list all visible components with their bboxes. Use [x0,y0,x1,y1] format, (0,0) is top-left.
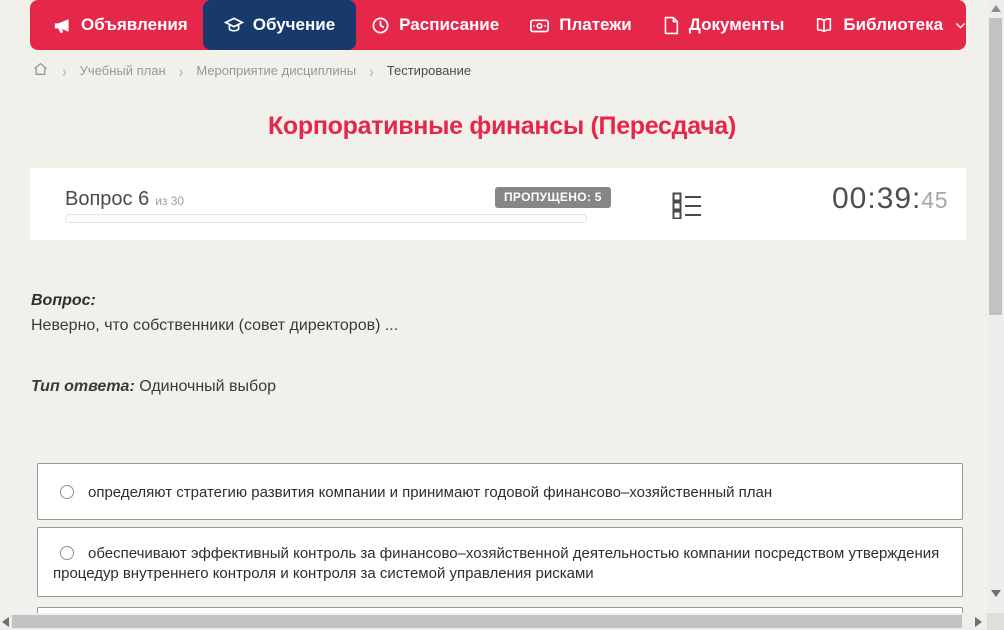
radio-button[interactable] [60,485,74,499]
breadcrumb-testing-current: Тестирование [386,63,472,78]
horizontal-scrollbar-thumb[interactable] [12,615,962,628]
answer-option-2[interactable]: обеспечивают эффективный контроль за фин… [37,527,963,597]
chevron-down-icon [954,19,967,32]
option-text: определяют стратегию развития компании и… [88,484,773,501]
nav-item-documents[interactable]: Документы [647,0,800,50]
breadcrumb-separator: › [62,60,67,81]
nav-item-announcements[interactable]: Объявления [38,0,203,50]
question-header-card: Вопрос 6 из 30 ПРОПУЩЕНО: 5 00:39:45 [30,168,966,240]
nav-label: Расписание [399,15,500,34]
book-icon [814,16,834,35]
test-page: Объявления Обучение Расписание Платежи Д… [0,0,1004,630]
main-navbar: Объявления Обучение Расписание Платежи Д… [30,0,966,50]
nav-label: Обучение [252,15,336,34]
nav-label: Объявления [81,15,188,34]
question-total: из 30 [155,194,185,208]
nav-item-payments[interactable]: Платежи [514,0,647,50]
answer-type-value: Одиночный выбор [139,378,276,395]
answer-type: Тип ответа: Одиночный выбор [31,378,276,396]
scroll-left-arrow[interactable] [2,617,9,627]
answer-type-label: Тип ответа: [31,378,135,395]
home-icon[interactable] [32,61,49,80]
question-list-icon[interactable] [671,192,703,220]
document-icon [662,16,680,35]
timer-seconds: 45 [921,187,948,213]
page-title: Корпоративные финансы (Пересдача) [267,112,737,140]
scrollbar-corner [987,613,1004,630]
nav-label: Библиотека [843,15,944,34]
breadcrumb-separator: › [369,60,374,81]
scroll-right-arrow[interactable] [975,617,982,627]
scroll-up-arrow[interactable] [991,5,1001,12]
vertical-scrollbar-thumb[interactable] [989,18,1002,315]
question-number: Вопрос 6 из 30 [65,188,184,211]
timer: 00:39:45 [832,182,948,216]
skipped-badge: ПРОПУЩЕНО: 5 [495,187,611,208]
radio-button[interactable] [60,546,74,560]
megaphone-icon [53,16,72,35]
breadcrumb: › Учебный план › Мероприятие дисциплины … [32,61,471,80]
vertical-scrollbar [987,0,1004,613]
progress-bar [65,214,587,223]
scroll-down-arrow[interactable] [991,590,1001,597]
timer-hhmm: 00:39: [831,182,922,215]
breadcrumb-discipline-event[interactable]: Мероприятие дисциплины [196,63,356,78]
horizontal-scrollbar [0,613,987,630]
answer-option-1[interactable]: определяют стратегию развития компании и… [37,463,963,520]
question-label: Вопрос: [31,292,96,309]
nav-item-library[interactable]: Библиотека [799,0,982,50]
nav-label: Документы [688,15,785,34]
nav-item-schedule[interactable]: Расписание [356,0,514,50]
question-number-text: Вопрос 6 [65,188,150,210]
question-text: Неверно, что собственники (совет директо… [31,317,399,334]
graduation-cap-icon [223,15,244,35]
clock-icon [371,16,390,35]
wallet-icon [529,16,550,35]
nav-item-learning[interactable]: Обучение [202,0,357,50]
option-text: обеспечивают эффективный контроль за фин… [53,545,940,582]
breadcrumb-separator: › [178,60,184,81]
nav-label: Платежи [559,15,632,34]
breadcrumb-curriculum[interactable]: Учебный план [80,63,166,78]
